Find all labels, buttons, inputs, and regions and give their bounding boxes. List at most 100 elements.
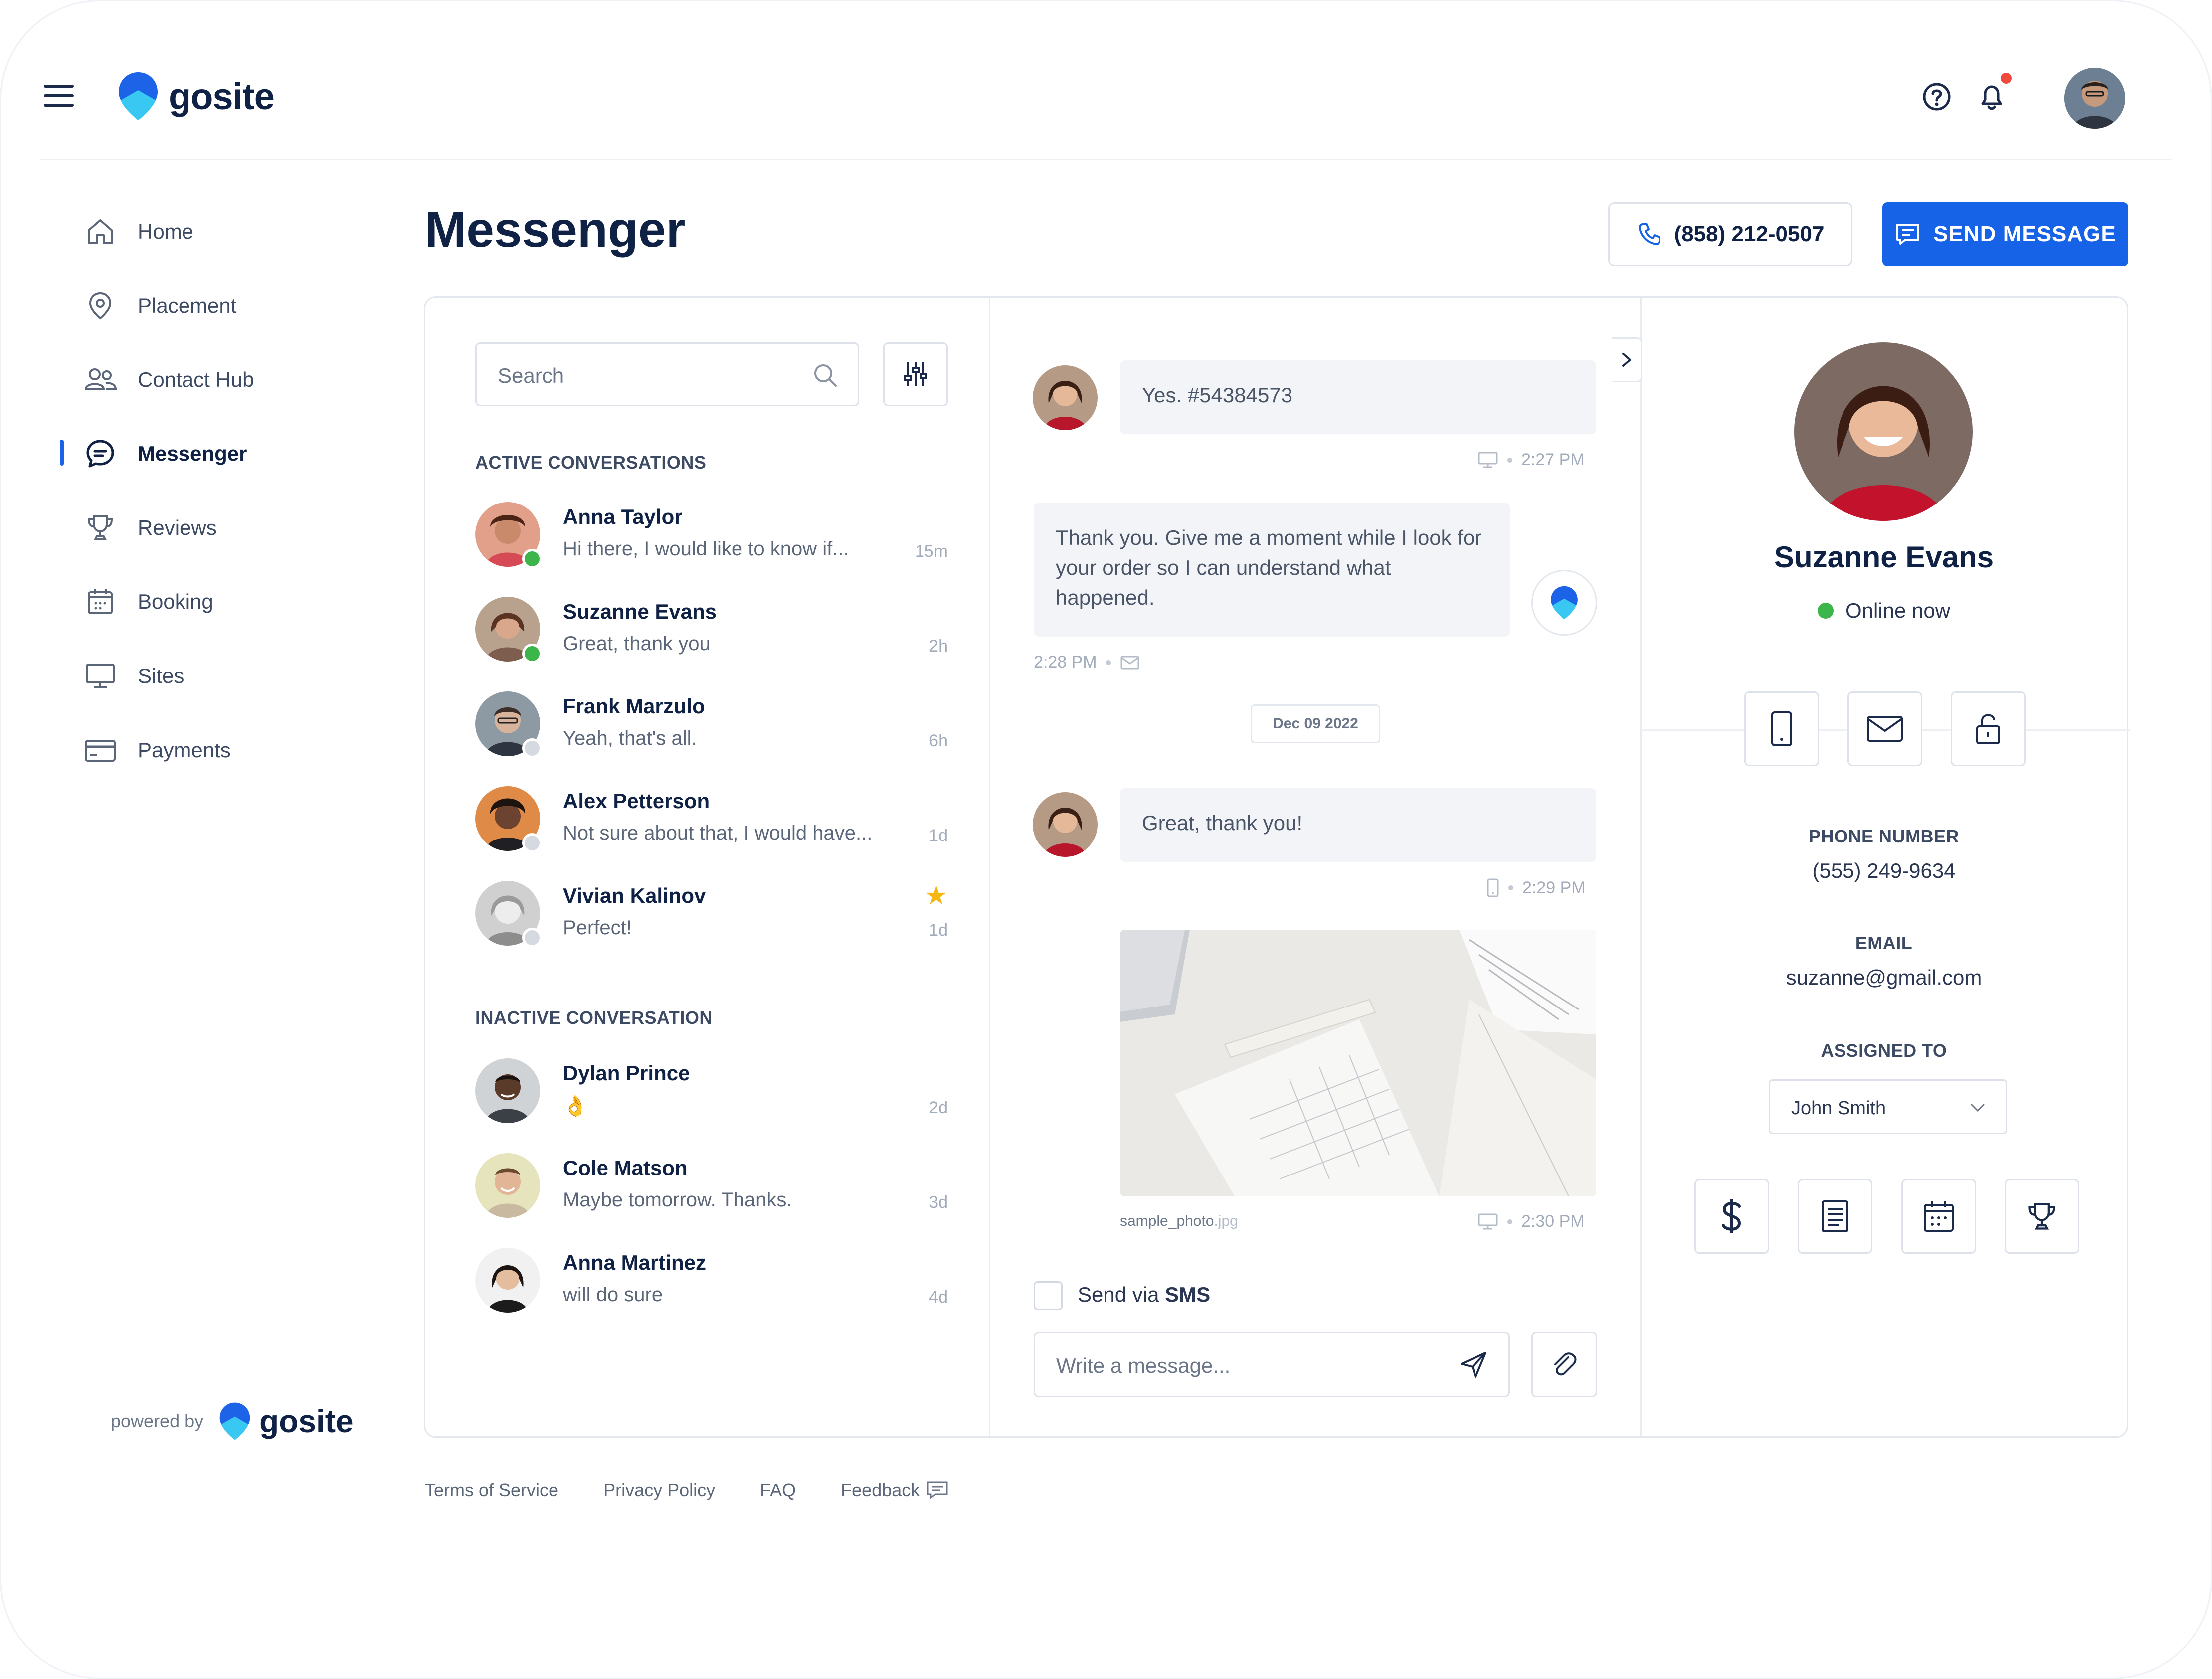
calendar-icon (1924, 1201, 1954, 1232)
conversation-item[interactable]: Anna Martinez will do sure 4d (475, 1248, 948, 1323)
send-via-sms-checkbox[interactable] (1034, 1281, 1063, 1310)
message-input[interactable]: Write a message... (1034, 1332, 1510, 1397)
sidebar-item-payments[interactable]: Payments (83, 730, 231, 770)
offline-indicator (522, 738, 542, 758)
chevron-right-icon (1622, 353, 1631, 367)
profile-name: Suzanne Evans (1774, 540, 1994, 574)
top-bar (40, 0, 2172, 160)
conversation-item[interactable]: Frank Marzulo Yeah, that's all. 6h (475, 691, 948, 766)
message-bubble-incoming: Great, thank you! (1120, 788, 1596, 862)
avatar (475, 1058, 540, 1123)
phone-icon (1638, 223, 1660, 245)
column-divider (989, 298, 990, 1436)
menu-icon[interactable] (44, 85, 74, 107)
date-divider: Dec 09 2022 (1251, 704, 1380, 743)
footer: Terms of Service Privacy Policy FAQ Feed… (425, 1480, 993, 1501)
conversation-item[interactable]: Dylan Prince 👌 2d (475, 1058, 948, 1133)
chat-icon (83, 436, 118, 471)
offline-indicator (522, 928, 542, 948)
assigned-label: ASSIGNED TO (1821, 1040, 1947, 1061)
profile-avatar (1794, 342, 1973, 521)
attachment-filename: sample_photo .jpg (1120, 1213, 1238, 1229)
online-indicator (1817, 603, 1834, 619)
phone-value: (555) 249-9634 (1812, 859, 1956, 882)
gosite-logo-icon (119, 72, 158, 120)
sidebar-item-messenger[interactable]: Messenger (83, 434, 247, 474)
profile-status: Online now (1652, 599, 2116, 623)
sidebar-item-home[interactable]: Home (83, 212, 193, 252)
home-icon (83, 214, 118, 249)
inactive-conversations-heading: INACTIVE CONVERSATION (475, 1007, 713, 1028)
conversation-item[interactable]: Anna Taylor Hi there, I would like to kn… (475, 502, 948, 577)
review-action-button[interactable] (2005, 1179, 2079, 1254)
sidebar-item-sites[interactable]: Sites (83, 656, 184, 696)
conversation-item[interactable]: Alex Petterson Not sure about that, I wo… (475, 786, 948, 861)
message-meta: 2:28 PM (1034, 653, 1140, 672)
sidebar-item-placement[interactable]: Placement (83, 286, 236, 326)
active-conversations-heading: ACTIVE CONVERSATIONS (475, 452, 707, 473)
assigned-to-select[interactable]: John Smith (1769, 1079, 2007, 1134)
brand-name: gosite (169, 75, 275, 117)
message-meta: 2:27 PM (1477, 450, 1585, 470)
send-via-label: Send via SMS (1078, 1283, 1211, 1306)
credit-card-icon (83, 733, 118, 768)
contact-avatar (1033, 792, 1098, 857)
star-icon[interactable]: ★ (924, 881, 948, 911)
document-icon (1822, 1200, 1848, 1232)
footer-link-feedback[interactable]: Feedback (841, 1480, 948, 1501)
phone-label: PHONE NUMBER (1808, 826, 1959, 846)
avatar (475, 1248, 540, 1313)
booking-action-button[interactable] (1901, 1179, 1976, 1254)
call-button[interactable]: (858) 212-0507 (1608, 202, 1852, 266)
trophy-icon (83, 510, 118, 545)
message-bubble-outgoing: Thank you. Give me a moment while I look… (1034, 503, 1510, 637)
call-contact-button[interactable] (1744, 691, 1819, 766)
sidebar-item-booking[interactable]: Booking (83, 582, 213, 622)
chevron-down-icon (1971, 1104, 1985, 1112)
contact-avatar (1033, 365, 1098, 430)
trophy-icon (2028, 1203, 2055, 1230)
column-divider (1640, 298, 1642, 1436)
lock-icon (1976, 714, 2000, 744)
collapse-panel-button[interactable] (1612, 337, 1642, 382)
invoice-action-button[interactable] (1798, 1179, 1872, 1254)
monitor-icon (1478, 1213, 1498, 1229)
monitor-icon (1478, 452, 1498, 468)
attachment-photo[interactable] (1120, 930, 1596, 1196)
message-meta: 2:29 PM (1486, 878, 1586, 898)
mail-icon (1120, 656, 1139, 669)
conversation-item[interactable]: Vivian Kalinov Perfect! ★ 1d (475, 881, 948, 956)
offline-indicator (522, 833, 542, 853)
online-indicator (522, 644, 542, 664)
sidebar-item-contact-hub[interactable]: Contact Hub (83, 360, 254, 400)
footer-link-privacy[interactable]: Privacy Policy (603, 1480, 715, 1501)
brand-logo[interactable]: gosite (116, 69, 275, 124)
lock-contact-button[interactable] (1951, 691, 2026, 766)
page-title: Messenger (425, 202, 686, 258)
message-bubble-incoming: Yes. #54384573 (1120, 360, 1596, 434)
conversation-item[interactable]: Cole Matson Maybe tomorrow. Thanks. 3d (475, 1153, 948, 1228)
feedback-icon (927, 1481, 948, 1500)
attach-button[interactable] (1531, 1332, 1597, 1397)
sidebar-item-reviews[interactable]: Reviews (83, 508, 217, 548)
search-icon (814, 364, 837, 387)
nav-active-indicator (60, 440, 64, 466)
payment-action-button[interactable] (1694, 1179, 1769, 1254)
app-window: gosite Home Placement Contact Hub Messen… (0, 0, 2212, 1679)
email-label: EMAIL (1855, 933, 1913, 953)
search-input[interactable]: Search (475, 342, 859, 406)
filter-button[interactable] (883, 342, 948, 406)
email-contact-button[interactable] (1847, 691, 1922, 766)
message-meta: 2:30 PM (1477, 1212, 1585, 1231)
send-icon[interactable] (1459, 1350, 1488, 1380)
footer-link-terms[interactable]: Terms of Service (425, 1480, 558, 1501)
bell-icon[interactable] (1976, 81, 2008, 113)
gosite-logo-icon (1551, 586, 1578, 620)
help-icon[interactable] (1921, 81, 1953, 113)
send-message-button[interactable]: SEND MESSAGE (1882, 202, 2128, 266)
paperclip-icon (1554, 1352, 1577, 1376)
phone-icon (1487, 878, 1499, 897)
footer-link-faq[interactable]: FAQ (760, 1480, 796, 1501)
user-avatar[interactable] (2064, 68, 2125, 129)
conversation-item[interactable]: Suzanne Evans Great, thank you 2h (475, 597, 948, 672)
